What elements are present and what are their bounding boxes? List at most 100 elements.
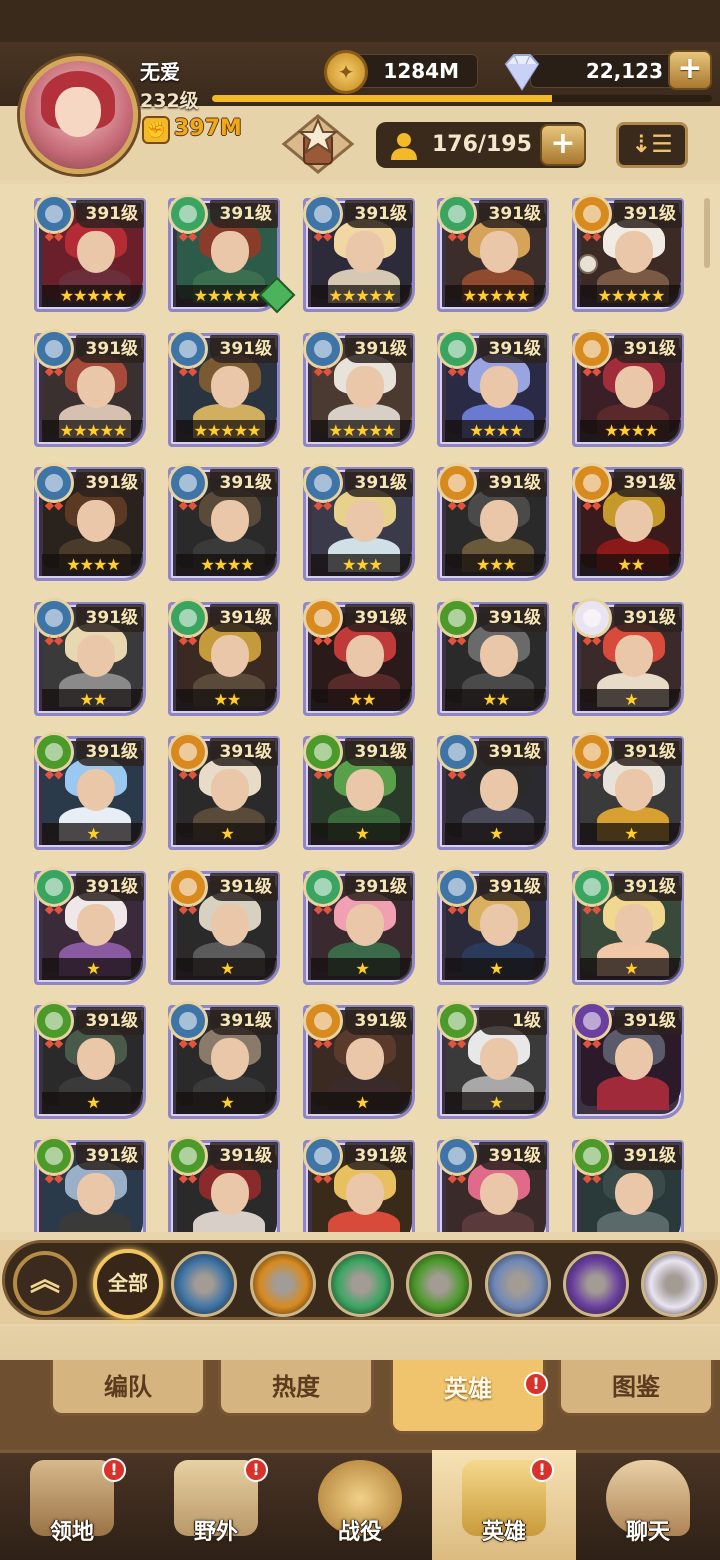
ascension-pips-icon: ◆◆ [178, 1170, 198, 1185]
add-gems-button[interactable]: + [668, 50, 712, 90]
graveborn-faction-icon [168, 1135, 208, 1176]
tab-hotness[interactable]: 热度 [218, 1360, 374, 1416]
nav-chat[interactable]: 聊天 [576, 1450, 720, 1560]
star-rating: ★★ [580, 554, 681, 576]
hero-level: 391级 [345, 469, 413, 497]
filter-celestial-icon[interactable] [485, 1251, 551, 1317]
ascension-pips-icon: ◆◆ [313, 498, 333, 512]
filter-hypogean-icon[interactable] [641, 1251, 707, 1317]
hero-card[interactable]: ★★★★ 391级 ◆◆ [435, 328, 551, 449]
filter-mauler-icon[interactable] [250, 1251, 316, 1317]
hero-level: 391级 [345, 334, 413, 363]
tab-heroes-alert-icon: ! [524, 1372, 548, 1396]
hero-card[interactable]: 391级 ◆◆ [32, 1135, 148, 1232]
territory-alert-icon: ! [102, 1458, 126, 1482]
star-rating: ★★ [176, 688, 277, 711]
hero-card[interactable]: ★ 391级 ◆◆ [435, 732, 551, 852]
hero-card[interactable]: ★ 391级 ◆◆ [570, 732, 686, 852]
hero-card[interactable]: ★ 391级 ◆◆ [301, 732, 417, 852]
guild-emblem-icon[interactable] [280, 112, 356, 176]
star-rating: ★ [311, 1092, 412, 1114]
hero-level: 391级 [76, 1141, 144, 1170]
tab-codex[interactable]: 图鉴 [558, 1360, 714, 1416]
ascension-pips-icon: ◆◆ [313, 901, 333, 916]
hero-card[interactable]: ★ 391级 ◆◆ [166, 732, 282, 852]
player-level: 232级 [140, 90, 199, 112]
hero-card[interactable]: 391级 ◆◆ [435, 1135, 551, 1232]
ascension-pips-icon: ◆◆ [582, 1036, 602, 1050]
graveborn-faction-icon [34, 1135, 74, 1176]
hero-card[interactable]: 391级 ◆◆ [301, 1135, 417, 1232]
fist-icon: ✊ [142, 116, 170, 144]
hero-card[interactable]: ★ 391级 ◆◆ [32, 866, 148, 987]
hero-level: 391级 [614, 1141, 682, 1170]
star-rating: ★ [42, 1092, 143, 1114]
hero-level: 391级 [614, 1007, 682, 1035]
hero-card[interactable]: ★★★★★ 391级 ◆◆ [32, 194, 148, 314]
hero-card[interactable]: ★★★ 391级 ◆◆ [435, 463, 551, 583]
hero-card[interactable]: ★ 391级 ◆◆ [570, 866, 686, 987]
filter-all-button[interactable]: 全部 [93, 1249, 163, 1319]
hero-card[interactable]: ★ 391级 ◆◆ [570, 597, 686, 718]
nav-campaign[interactable]: 战役 [288, 1450, 432, 1560]
hero-card[interactable]: ★ 391级 ◆◆ [435, 866, 551, 987]
ascension-pips-icon: ◆◆ [582, 901, 602, 916]
hero-card[interactable]: ★★★★★ 391级 ◆◆ [570, 194, 686, 314]
grid-scrollbar[interactable] [704, 198, 710, 268]
lightbearer-faction-icon [437, 866, 477, 907]
hero-level: 391级 [76, 738, 144, 766]
graveborn-faction-icon [34, 732, 74, 772]
hero-card[interactable]: ★★ 391级 ◆◆ [570, 463, 686, 583]
tab-heroes[interactable]: 英雄 [390, 1360, 546, 1434]
mauler-faction-icon [572, 194, 612, 234]
add-hero-slots-button[interactable]: + [540, 124, 586, 166]
ascension-pips-icon: ◆◆ [582, 632, 602, 647]
filter-wilder-icon[interactable] [328, 1251, 394, 1317]
collapse-filter-button[interactable]: ︽ [13, 1251, 77, 1315]
hero-card[interactable]: 391级 ◆◆ [570, 1135, 686, 1232]
hero-level: 391级 [76, 469, 144, 497]
hero-card[interactable]: ★★ 391级 ◆◆ [435, 597, 551, 718]
hero-card[interactable]: ★★★★ 391级 ◆◆ [166, 463, 282, 583]
tab-formation[interactable]: 编队 [50, 1360, 206, 1416]
hero-card[interactable]: ★★★★★ 391级 ◆◆ [32, 328, 148, 449]
hero-level: 391级 [210, 469, 278, 497]
hero-card[interactable]: ★★★★ 391级 ◆◆ [32, 463, 148, 583]
hero-card[interactable]: ★★★★★ 391级 ◆◆ [301, 328, 417, 449]
hero-card[interactable]: ★★★ 391级 ◆◆ [301, 463, 417, 583]
nav-heroes[interactable]: 英雄 [432, 1450, 576, 1560]
filter-lightbearer-icon[interactable] [171, 1251, 237, 1317]
hero-card[interactable]: ★★★★★ 391级 ◆◆ [166, 194, 296, 314]
sort-button[interactable]: ⇣☰ [616, 122, 688, 168]
hero-card[interactable]: ★ 391级 ◆◆ [32, 732, 148, 852]
hero-level: 391级 [479, 334, 547, 363]
hero-card[interactable]: ★★ 391级 ◆◆ [166, 597, 282, 718]
nav-wild-label: 野外 [193, 1520, 238, 1545]
ascension-pips-icon: ◆◆ [44, 363, 64, 378]
ascension-pips-icon: ◆◆ [447, 1170, 467, 1185]
hero-card[interactable]: ★★★★★ 391级 ◆◆ [166, 328, 282, 449]
hero-card[interactable]: ★ 1级 ◆◆ [435, 1001, 551, 1121]
hero-card[interactable]: ★ 391级 ◆◆ [166, 866, 282, 987]
player-avatar[interactable] [20, 56, 138, 174]
hero-card[interactable]: ★ 391级 ◆◆ [301, 866, 417, 987]
nav-chat-label: 聊天 [625, 1520, 670, 1545]
hero-card[interactable]: ★★★★ 391级 ◆◆ [570, 328, 686, 449]
ascension-pips-icon: ◆◆ [447, 363, 467, 378]
filter-dimensional-icon[interactable] [563, 1251, 629, 1317]
hero-card[interactable]: ★ 391级 ◆◆ [32, 1001, 148, 1121]
hero-card[interactable]: ★ 391级 ◆◆ [166, 1001, 282, 1121]
hero-card[interactable]: ★★★★★ 391级 ◆◆ [301, 194, 417, 314]
wilder-faction-icon [168, 597, 208, 638]
star-rating: ★ [445, 1092, 546, 1114]
filter-graveborn-icon[interactable] [406, 1251, 472, 1317]
hero-card[interactable]: 391级 ◆◆ [570, 1001, 686, 1121]
hero-card[interactable]: ★★★★★ 391级 ◆◆ [435, 194, 551, 314]
hero-card[interactable]: ★ 391级 ◆◆ [301, 1001, 417, 1121]
hero-card[interactable]: ★★ 391级 ◆◆ [301, 597, 417, 718]
star-rating: ★★★★★ [580, 285, 681, 307]
star-rating: ★ [580, 688, 681, 711]
hero-card[interactable]: 391级 ◆◆ [166, 1135, 282, 1232]
hero-card[interactable]: ★★ 391级 ◆◆ [32, 597, 148, 718]
hero-level: 391级 [76, 334, 144, 363]
